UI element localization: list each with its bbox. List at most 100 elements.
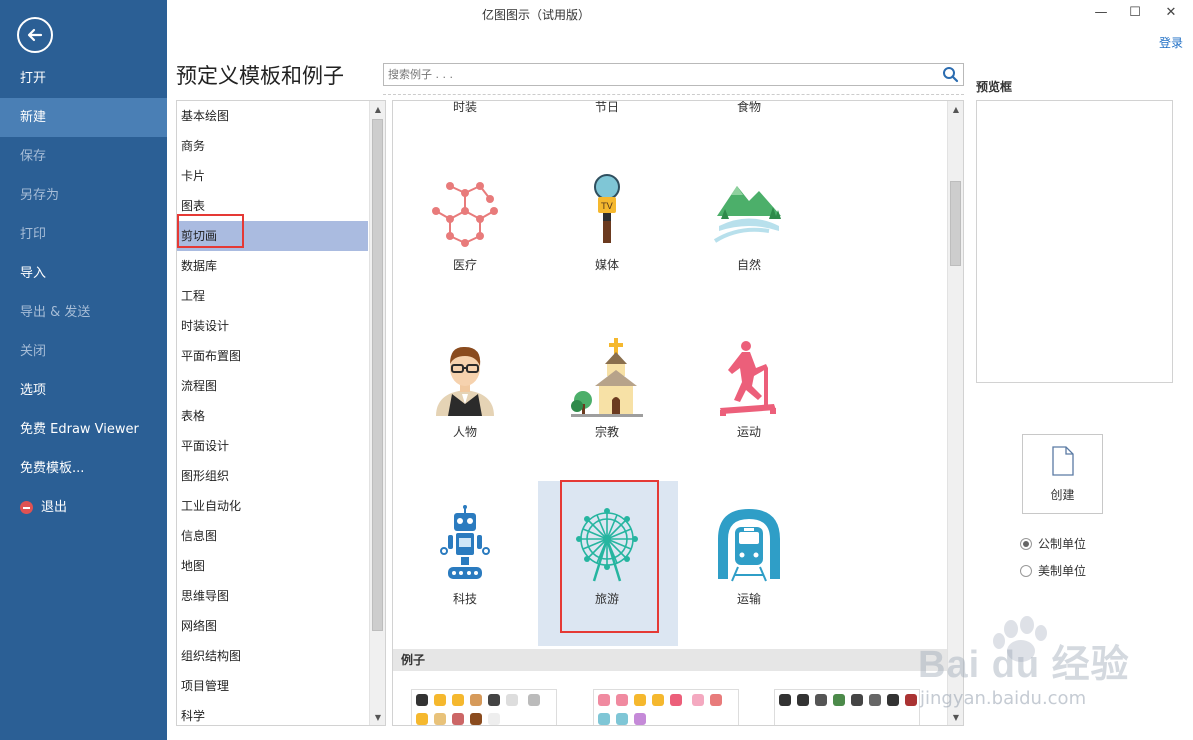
- menu-item[interactable]: 导入: [0, 254, 167, 293]
- template-tile[interactable]: TV 媒体: [537, 171, 677, 273]
- create-button[interactable]: 创建: [1022, 434, 1103, 514]
- example-thumbnail[interactable]: [411, 689, 557, 725]
- category-item[interactable]: 平面设计: [177, 431, 368, 461]
- page-title: 预定义模板和例子: [176, 64, 344, 88]
- menu-item[interactable]: 免费 Edraw Viewer: [0, 410, 167, 449]
- menu-item[interactable]: 导出 & 发送: [0, 293, 167, 332]
- menu-item[interactable]: 另存为: [0, 176, 167, 215]
- radio-label: 公制单位: [1038, 537, 1087, 551]
- menu-item-label: 免费 Edraw Viewer: [20, 422, 139, 437]
- backstage-menu: 打开新建保存另存为打印导入导出 & 发送 关闭选项免费 Edraw Viewer 免…: [0, 59, 167, 527]
- category-item[interactable]: 信息图: [177, 521, 368, 551]
- template-tile[interactable]: 宗教: [537, 338, 677, 440]
- category-item[interactable]: 项目管理: [177, 671, 368, 701]
- exit-icon: [20, 501, 33, 514]
- example-thumbnail[interactable]: [774, 689, 920, 725]
- menu-item[interactable]: 选项: [0, 371, 167, 410]
- back-button[interactable]: [17, 17, 53, 53]
- search-box: [383, 63, 964, 86]
- login-link[interactable]: 登录: [1159, 34, 1183, 51]
- example-thumbnail[interactable]: [593, 689, 739, 725]
- category-item[interactable]: 表格: [177, 401, 368, 431]
- search-icon[interactable]: [942, 66, 959, 83]
- highlight-box: [560, 480, 659, 633]
- menu-item-label: 导入: [20, 266, 47, 281]
- radio-button[interactable]: [1020, 564, 1032, 577]
- close-button[interactable]: ✕: [1161, 2, 1181, 22]
- template-tile[interactable]: 运动: [679, 338, 819, 440]
- template-tile[interactable]: 自然: [679, 171, 819, 273]
- category-item[interactable]: 网络图: [177, 611, 368, 641]
- create-label: 创建: [1050, 487, 1075, 502]
- category-items: 基本绘图 商务 卡片 图表 剪切画 数据库 工程 时装设计 平面布置图 流程图 表格 平面设计 图形组织…: [177, 101, 385, 725]
- search-input[interactable]: [384, 64, 924, 85]
- category-item[interactable]: 组织结构图: [177, 641, 368, 671]
- scroll-thumb[interactable]: [950, 181, 961, 266]
- menu-item[interactable]: 关闭: [0, 332, 167, 371]
- robot-icon: [440, 505, 490, 579]
- radio-button[interactable]: [1020, 537, 1032, 550]
- menu-item-label: 新建: [20, 110, 47, 125]
- template-grid: 时装 节日 食物 医疗 TV 媒体 自然 人物 宗教 运动 科技 旅游 运输 例…: [392, 100, 964, 726]
- category-item[interactable]: 图形组织: [177, 461, 368, 491]
- template-label: 运动: [736, 425, 761, 439]
- template-label: 人物: [452, 425, 477, 439]
- menu-item-label: 另存为: [20, 188, 60, 203]
- highlight-box: [177, 214, 244, 248]
- scroll-up-arrow-icon[interactable]: ▲: [370, 101, 385, 117]
- category-list: 基本绘图 商务 卡片 图表 剪切画 数据库 工程 时装设计 平面布置图 流程图 表格 平面设计 图形组织…: [176, 100, 386, 726]
- maximize-button[interactable]: ☐: [1125, 2, 1145, 22]
- template-label: 宗教: [594, 425, 619, 439]
- scroll-up-arrow-icon[interactable]: ▲: [948, 101, 963, 117]
- category-item[interactable]: 地图: [177, 551, 368, 581]
- subway-train-icon: [718, 509, 780, 582]
- category-item[interactable]: 科学: [177, 701, 368, 725]
- category-item[interactable]: 平面布置图: [177, 341, 368, 371]
- preview-box: [976, 100, 1173, 383]
- category-scrollbar[interactable]: ▲ ▼: [369, 101, 385, 725]
- watermark-url: jingyan.baidu.com: [920, 688, 1087, 709]
- scroll-down-arrow-icon[interactable]: ▼: [370, 709, 385, 725]
- category-item[interactable]: 思维导图: [177, 581, 368, 611]
- scroll-thumb[interactable]: [372, 119, 383, 631]
- menu-item[interactable]: 保存: [0, 137, 167, 176]
- menu-item[interactable]: 免费模板...: [0, 449, 167, 488]
- template-tile[interactable]: 医疗: [395, 171, 535, 273]
- backstage-sidebar: 打开新建保存另存为打印导入导出 & 发送 关闭选项免费 Edraw Viewer 免…: [0, 0, 167, 740]
- template-tile[interactable]: 人物: [395, 338, 535, 440]
- category-item[interactable]: 时装设计: [177, 311, 368, 341]
- menu-item-label: 打印: [20, 227, 47, 242]
- menu-item-label: 导出 & 发送: [20, 305, 91, 320]
- menu-item[interactable]: 打开: [0, 59, 167, 98]
- category-item[interactable]: 商务: [177, 131, 368, 161]
- menu-item[interactable]: 新建: [0, 98, 167, 137]
- title-bar: 亿图图示（试用版） — ☐ ✕: [167, 0, 1193, 30]
- menu-item[interactable]: 退出: [0, 488, 167, 527]
- minimize-button[interactable]: —: [1091, 2, 1111, 22]
- template-label: 医疗: [452, 258, 477, 272]
- menu-item-label: 关闭: [20, 344, 47, 359]
- divider: [383, 94, 964, 95]
- menu-item-label: 免费模板...: [20, 461, 85, 476]
- template-label: 节日: [594, 100, 619, 114]
- category-item[interactable]: 工程: [177, 281, 368, 311]
- menu-item-label: 退出: [41, 500, 68, 515]
- template-label: 食物: [736, 100, 761, 114]
- category-item[interactable]: 工业自动化: [177, 491, 368, 521]
- tv-microphone-icon: TV: [594, 174, 620, 243]
- new-document-icon: [1051, 445, 1074, 476]
- metric-units-option[interactable]: 公制单位: [1020, 535, 1086, 552]
- template-label: 自然: [736, 258, 761, 272]
- menu-item[interactable]: 打印: [0, 215, 167, 254]
- category-item[interactable]: 基本绘图: [177, 101, 368, 131]
- template-label: 时装: [452, 100, 477, 114]
- category-item[interactable]: 数据库: [177, 251, 368, 281]
- church-icon: [571, 338, 643, 417]
- template-tile[interactable]: 科技: [395, 505, 535, 607]
- template-label: 科技: [452, 592, 477, 606]
- category-item[interactable]: 卡片: [177, 161, 368, 191]
- template-tile[interactable]: 运输: [679, 505, 819, 607]
- category-item[interactable]: 流程图: [177, 371, 368, 401]
- us-units-option[interactable]: 美制单位: [1020, 562, 1086, 579]
- template-label: 运输: [736, 592, 761, 606]
